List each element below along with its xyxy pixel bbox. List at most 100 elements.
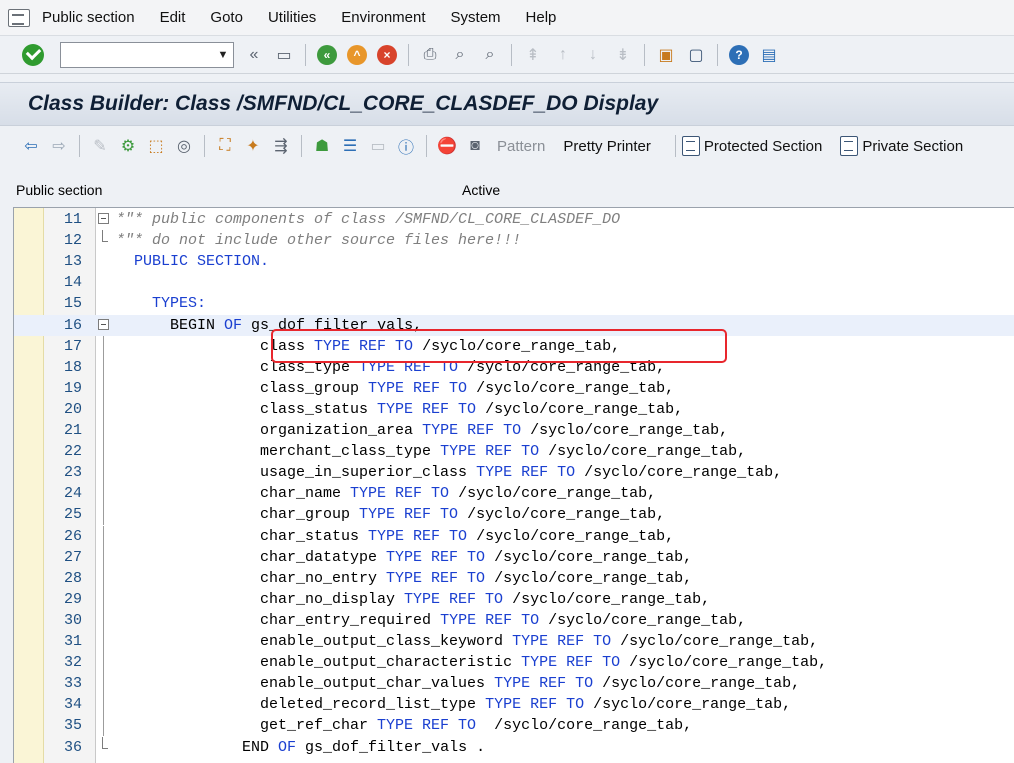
next-page-icon[interactable]: ↓: [581, 43, 605, 67]
code-text: organization_area TYPE REF TO /syclo/cor…: [116, 422, 728, 439]
object-list-icon[interactable]: ⇶: [270, 135, 292, 157]
menu-bar: Public section Edit Goto Utilities Envir…: [0, 0, 1014, 36]
align-icon[interactable]: ☰: [339, 135, 361, 157]
code-line[interactable]: 29 char_no_display TYPE REF TO /syclo/co…: [14, 588, 1014, 610]
chevron-down-icon[interactable]: ▼: [213, 43, 233, 67]
double-chevron-left-icon[interactable]: «: [242, 43, 266, 67]
line-number: 16: [63, 316, 82, 334]
code-identifier: merchant_class_type: [116, 443, 441, 461]
find-icon[interactable]: ⌕: [448, 43, 472, 67]
code-line[interactable]: 14: [14, 272, 1014, 293]
shortcut-icon[interactable]: ▢: [684, 43, 708, 67]
split-screen-icon[interactable]: ▭: [367, 135, 389, 157]
info-icon[interactable]: ⓘ: [395, 135, 417, 157]
code-line[interactable]: 12 *"* do not include other source files …: [14, 230, 1014, 251]
session-breakpoint-icon[interactable]: ◙: [464, 135, 486, 157]
code-identifier: [116, 253, 134, 270]
abap-code-editor[interactable]: 11 *"* public components of class /SMFND/…: [13, 207, 1014, 763]
code-identifier: char_name: [116, 485, 351, 503]
code-line[interactable]: 19 class_group TYPE REF TO /syclo/core_r…: [14, 377, 1014, 399]
code-keyword: TYPE REF TO: [386, 548, 486, 566]
code-line[interactable]: 20 class_status TYPE REF TO /syclo/core_…: [14, 398, 1014, 420]
block-guide-line: [103, 715, 104, 737]
code-line[interactable]: 13 PUBLIC SECTION.: [14, 251, 1014, 272]
code-text: char_no_entry TYPE REF TO /syclo/core_ra…: [116, 570, 692, 587]
code-line[interactable]: 33 enable_output_char_values TYPE REF TO…: [14, 673, 1014, 695]
activate-icon[interactable]: ◎: [173, 135, 195, 157]
where-used-icon[interactable]: ⛶: [214, 135, 236, 157]
code-line[interactable]: 36 END OF gs_dof_filter_vals .: [14, 736, 1014, 758]
menu-help[interactable]: Help: [526, 9, 557, 26]
code-text: TYPES:: [116, 295, 206, 312]
pretty-printer-button[interactable]: Pretty Printer: [563, 138, 651, 155]
print-icon[interactable]: ⎙: [418, 43, 442, 67]
code-identifier: /syclo/core_range_tab,: [476, 717, 693, 735]
menu-environment[interactable]: Environment: [341, 9, 425, 26]
menu-goto[interactable]: Goto: [210, 9, 243, 26]
protected-section-button[interactable]: Protected Section: [704, 138, 822, 155]
code-identifier: END: [116, 738, 279, 756]
code-line[interactable]: 28 char_no_entry TYPE REF TO /syclo/core…: [14, 567, 1014, 589]
menu-system[interactable]: System: [451, 9, 501, 26]
code-line[interactable]: 27 char_datatype TYPE REF TO /syclo/core…: [14, 546, 1014, 568]
line-number: 14: [63, 274, 82, 292]
section-name-label: Public section: [16, 182, 103, 198]
line-number: 28: [63, 569, 82, 587]
active-inactive-icon[interactable]: ⚙: [117, 135, 139, 157]
menu-public-section[interactable]: Public section: [42, 9, 135, 26]
code-line[interactable]: 24 char_name TYPE REF TO /syclo/core_ran…: [14, 483, 1014, 505]
back-arrow-icon[interactable]: ⇦: [20, 135, 42, 157]
first-page-icon[interactable]: ⇞: [521, 43, 545, 67]
block-guide-line: [103, 609, 104, 631]
check-object-icon[interactable]: ⬚: [145, 135, 167, 157]
code-line[interactable]: 23 usage_in_superior_class TYPE REF TO /…: [14, 462, 1014, 484]
code-keyword: TYPES:: [152, 295, 207, 313]
code-line[interactable]: 34 deleted_record_list_type TYPE REF TO …: [14, 694, 1014, 716]
code-keyword: PUBLIC SECTION.: [134, 253, 270, 271]
enter-check-icon[interactable]: [22, 43, 44, 66]
test-icon[interactable]: ✦: [242, 135, 264, 157]
code-identifier: class_group: [116, 379, 369, 397]
exit-icon[interactable]: ^: [345, 43, 369, 67]
line-number: 15: [63, 295, 82, 313]
code-keyword: TYPE REF TO: [440, 611, 540, 629]
save-icon[interactable]: ▭: [272, 43, 296, 67]
hierarchy-icon[interactable]: ☗: [311, 135, 333, 157]
code-line[interactable]: 32 enable_output_characteristic TYPE REF…: [14, 652, 1014, 674]
menu-utilities[interactable]: Utilities: [268, 9, 316, 26]
pattern-button[interactable]: Pattern: [497, 138, 545, 155]
code-line[interactable]: 30 char_entry_required TYPE REF TO /sycl…: [14, 609, 1014, 631]
window-menu-icon[interactable]: [8, 8, 30, 27]
code-line[interactable]: 22 merchant_class_type TYPE REF TO /sycl…: [14, 441, 1014, 463]
private-section-button[interactable]: Private Section: [862, 138, 963, 155]
code-line[interactable]: 11 *"* public components of class /SMFND/…: [14, 209, 1014, 230]
collapse-block-icon[interactable]: [98, 213, 109, 224]
code-line[interactable]: 35 get_ref_char TYPE REF TO /syclo/core_…: [14, 715, 1014, 737]
back-icon[interactable]: «: [315, 43, 339, 67]
code-line[interactable]: 31 enable_output_class_keyword TYPE REF …: [14, 631, 1014, 652]
menu-edit[interactable]: Edit: [160, 9, 186, 26]
line-number: 31: [63, 633, 82, 650]
previous-page-icon[interactable]: ↑: [551, 43, 575, 67]
new-session-icon[interactable]: ▣: [654, 43, 678, 67]
line-number: 30: [63, 611, 82, 629]
cancel-icon[interactable]: ×: [375, 43, 399, 67]
forward-arrow-icon[interactable]: ⇨: [48, 135, 70, 157]
customize-layout-icon[interactable]: ▤: [757, 43, 781, 67]
breakpoint-stop-icon[interactable]: ⛔: [436, 135, 458, 157]
help-icon[interactable]: ?: [727, 43, 751, 67]
line-number: 23: [63, 464, 82, 482]
code-line[interactable]: 25 char_group TYPE REF TO /syclo/core_ra…: [14, 504, 1014, 526]
code-text: PUBLIC SECTION.: [116, 253, 269, 270]
display-change-icon[interactable]: ✎: [89, 135, 111, 157]
find-next-icon[interactable]: ⌕: [478, 43, 502, 67]
last-page-icon[interactable]: ⇟: [611, 43, 635, 67]
application-toolbar: ⇦ ⇨ ✎ ⚙ ⬚ ◎ ⛶ ✦ ⇶ ☗ ☰ ▭ ⓘ ⛔ ◙ Pattern Pr…: [0, 127, 1014, 165]
code-line[interactable]: 26 char_status TYPE REF TO /syclo/core_r…: [14, 525, 1014, 547]
command-field[interactable]: ▼: [60, 41, 234, 68]
toolbar-separator: [644, 43, 645, 66]
collapse-block-icon[interactable]: [98, 318, 109, 330]
code-identifier: /syclo/core_range_tab,: [539, 611, 747, 629]
code-line[interactable]: 21 organization_area TYPE REF TO /syclo/…: [14, 420, 1014, 441]
code-line[interactable]: 15 TYPES:: [14, 293, 1014, 314]
